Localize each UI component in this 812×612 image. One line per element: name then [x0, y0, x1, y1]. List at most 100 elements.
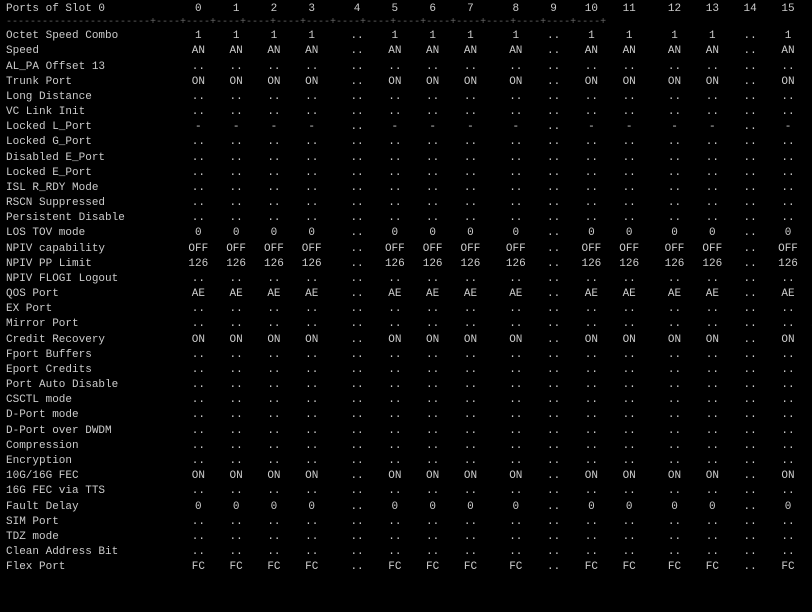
- cell-value: ..: [498, 211, 536, 226]
- cell-value: AN: [694, 44, 732, 59]
- cell-value: ..: [611, 151, 649, 166]
- cell-value: 126: [573, 257, 611, 272]
- cell-value: ..: [694, 90, 732, 105]
- cell-value: ..: [294, 151, 332, 166]
- table-row: Fault Delay0000..0000..0000..0: [4, 500, 808, 515]
- cell-value: ..: [180, 454, 218, 469]
- col-spacer: [490, 44, 498, 59]
- cell-value: 126: [770, 257, 808, 272]
- cell-value: ..: [377, 196, 415, 211]
- col-spacer: [490, 560, 498, 575]
- cell-value: ..: [536, 515, 574, 530]
- cell-value: ON: [657, 75, 695, 90]
- cell-value: ..: [732, 454, 770, 469]
- cell-value: 126: [256, 257, 294, 272]
- cell-value: ..: [536, 484, 574, 499]
- cell-value: ..: [770, 317, 808, 332]
- row-label: VC Link Init: [4, 105, 180, 120]
- table-row: ISL R_RDY Mode..........................…: [4, 181, 808, 196]
- cell-value: ..: [573, 181, 611, 196]
- cell-value: ..: [377, 378, 415, 393]
- cell-value: ..: [339, 181, 377, 196]
- col-spacer: [649, 105, 657, 120]
- cell-value: 0: [218, 500, 256, 515]
- cell-value: ..: [180, 181, 218, 196]
- cell-value: ..: [657, 378, 695, 393]
- cell-value: ..: [694, 484, 732, 499]
- col-spacer: [332, 120, 340, 135]
- cell-value: ..: [573, 484, 611, 499]
- cell-value: ..: [294, 302, 332, 317]
- table-row: Encryption..............................…: [4, 454, 808, 469]
- cell-value: ..: [377, 545, 415, 560]
- cell-value: ..: [732, 530, 770, 545]
- cell-value: ..: [536, 333, 574, 348]
- col-spacer: [649, 408, 657, 423]
- cell-value: ..: [377, 454, 415, 469]
- cell-value: AE: [218, 287, 256, 302]
- cell-value: ON: [377, 75, 415, 90]
- cell-value: ..: [294, 439, 332, 454]
- cell-value: ..: [415, 317, 453, 332]
- col-spacer: [490, 211, 498, 226]
- cell-value: ..: [256, 272, 294, 287]
- table-row: Persistent Disable......................…: [4, 211, 808, 226]
- cell-value: ..: [573, 363, 611, 378]
- cell-value: ON: [498, 469, 536, 484]
- cell-value: ..: [770, 424, 808, 439]
- cell-value: ..: [377, 424, 415, 439]
- cell-value: AN: [657, 44, 695, 59]
- col-spacer: [332, 151, 340, 166]
- cell-value: ..: [180, 530, 218, 545]
- cell-value: -: [611, 120, 649, 135]
- cell-value: ..: [536, 408, 574, 423]
- cell-value: OFF: [377, 242, 415, 257]
- cell-value: ..: [732, 196, 770, 211]
- cell-value: ..: [415, 105, 453, 120]
- cell-value: -: [573, 120, 611, 135]
- cell-value: ..: [256, 302, 294, 317]
- cell-value: ..: [611, 196, 649, 211]
- cell-value: ..: [453, 211, 491, 226]
- cell-value: ..: [339, 151, 377, 166]
- cell-value: ..: [339, 408, 377, 423]
- cell-value: ..: [657, 348, 695, 363]
- cell-value: ..: [377, 302, 415, 317]
- cell-value: ..: [453, 181, 491, 196]
- cell-value: ON: [770, 333, 808, 348]
- col-spacer: [332, 560, 340, 575]
- cell-value: ..: [732, 469, 770, 484]
- cell-value: ..: [694, 530, 732, 545]
- cell-value: ..: [770, 151, 808, 166]
- cell-value: ..: [294, 166, 332, 181]
- cell-value: ..: [339, 393, 377, 408]
- cell-value: ..: [339, 545, 377, 560]
- cell-value: ..: [770, 515, 808, 530]
- header-col-12: 12: [657, 2, 695, 17]
- row-label: Fault Delay: [4, 500, 180, 515]
- row-label: 10G/16G FEC: [4, 469, 180, 484]
- row-label: Trunk Port: [4, 75, 180, 90]
- cell-value: 0: [377, 226, 415, 241]
- cell-value: ..: [694, 515, 732, 530]
- cell-value: ..: [218, 302, 256, 317]
- cell-value: ..: [339, 60, 377, 75]
- cell-value: ..: [180, 424, 218, 439]
- cell-value: FC: [770, 560, 808, 575]
- cell-value: ..: [180, 408, 218, 423]
- cell-value: FC: [657, 560, 695, 575]
- col-spacer: [649, 454, 657, 469]
- cell-value: ..: [415, 439, 453, 454]
- cell-value: ..: [377, 166, 415, 181]
- cell-value: ..: [611, 211, 649, 226]
- table-row: Locked L_Port----..----..----..-: [4, 120, 808, 135]
- cell-value: AE: [573, 287, 611, 302]
- row-label: 16G FEC via TTS: [4, 484, 180, 499]
- cell-value: 1: [218, 29, 256, 44]
- cell-value: ..: [770, 166, 808, 181]
- col-spacer: [649, 120, 657, 135]
- cell-value: AN: [498, 44, 536, 59]
- cell-value: ..: [256, 363, 294, 378]
- cell-value: ON: [256, 469, 294, 484]
- cell-value: 0: [180, 500, 218, 515]
